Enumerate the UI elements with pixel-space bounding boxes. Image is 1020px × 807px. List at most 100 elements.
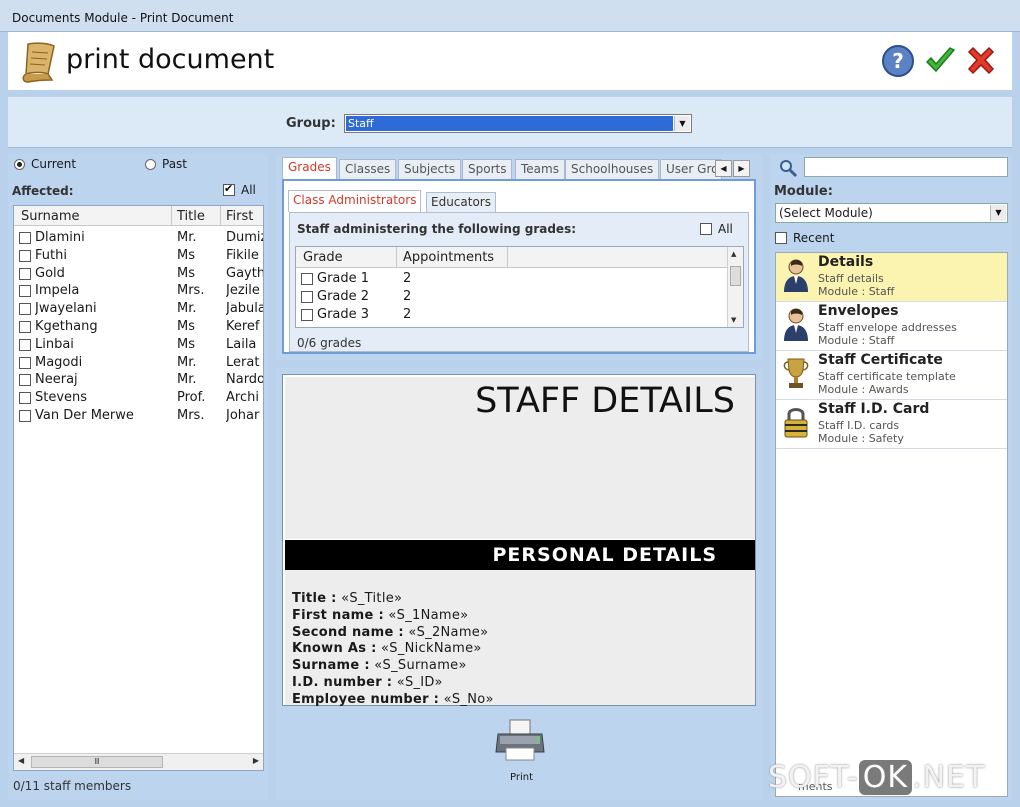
row-title: Ms [177,265,195,281]
table-row[interactable]: Jwayelani Mr. Jabula [14,301,263,319]
module-item[interactable]: Staff Certificate Staff certificate templ… [776,351,1007,400]
row-checkbox[interactable] [19,374,31,387]
horizontal-scrollbar[interactable]: ◀ Ⅲ ▶ [14,753,263,770]
module-item-desc: Staff certificate template [818,370,956,383]
row-surname: Linbai [35,336,74,352]
module-item-module: Module : Staff [818,285,895,298]
table-row[interactable]: Grade 2 2 [296,289,743,307]
tab-strip: Grades Classes Subjects Sports Teams Sch… [282,157,752,180]
row-appointments: 2 [403,307,412,322]
tab-classes[interactable]: Classes [339,159,397,179]
row-checkbox[interactable] [19,321,31,333]
subtab-educators[interactable]: Educators [426,192,496,212]
merge-field: Surname : «S_Surname» [292,658,467,673]
row-title: Mr. [177,301,197,317]
current-radio[interactable] [14,159,25,170]
recent-checkbox[interactable] [775,232,787,244]
table-row[interactable]: Van Der Merwe Mrs. Johar [14,408,263,426]
document-title: STAFF DETAILS [475,381,735,421]
tab-teams[interactable]: Teams [515,159,565,179]
module-list[interactable]: ments Details Staff details Module : Staff… [775,252,1008,797]
row-checkbox[interactable] [19,410,31,422]
tab-left-arrow-icon[interactable]: ◀ [715,160,732,177]
merge-field: Second name : «S_2Name» [292,625,488,640]
staff-list[interactable]: Surname Title First Dlamini Mr. Dumiz Futhi… [13,205,264,771]
table-row[interactable]: Linbai Ms Laila [14,337,263,355]
help-icon[interactable]: ? [881,44,915,78]
row-checkbox[interactable] [19,356,31,369]
col-appointments[interactable]: Appointments [403,250,494,265]
col-title[interactable]: Title [177,209,205,224]
grades-tab-body: Class Administrators Educators Staff adm… [282,179,756,354]
row-checkbox[interactable] [19,232,31,244]
search-input[interactable] [804,157,1008,177]
grades-all-label: All [718,222,733,236]
row-title: Mr. [177,354,197,370]
subtab-class-administrators[interactable]: Class Administrators [288,190,422,212]
search-icon[interactable] [778,158,798,178]
module-item-title: Details [818,254,874,270]
module-item[interactable]: Details Staff details Module : Staff [776,253,1007,302]
cancel-x-icon[interactable] [964,44,998,78]
table-row[interactable]: Grade 3 2 [296,307,743,325]
ok-check-icon[interactable] [923,44,957,78]
tab-grades[interactable]: Grades [282,157,337,180]
row-checkbox[interactable] [301,273,313,285]
vertical-scrollbar[interactable]: ▲ ▼ [727,247,743,327]
row-grade: Grade 1 [317,271,370,286]
tab-schoolhouses[interactable]: Schoolhouses [565,159,660,179]
col-first[interactable]: First [226,209,253,224]
table-row[interactable]: Kgethang Ms Keref [14,319,263,337]
col-grade[interactable]: Grade [303,250,343,265]
grades-all-checkbox[interactable] [700,223,712,235]
document-preview-panel: STAFF DETAILS PERSONAL DETAILS Title : «… [276,368,762,800]
table-row[interactable]: Impela Mrs. Jezile [14,283,263,301]
row-checkbox[interactable] [301,291,313,303]
col-surname[interactable]: Surname [21,209,79,224]
module-select[interactable]: (Select Module) ▼ [775,203,1008,223]
document-preview: STAFF DETAILS PERSONAL DETAILS Title : «… [282,374,756,707]
merge-field: Known As : «S_NickName» [292,641,482,656]
chevron-down-icon[interactable]: ▼ [674,116,690,131]
module-item[interactable]: Envelopes Staff envelope addresses Module … [776,302,1007,351]
row-checkbox[interactable] [19,285,31,298]
chevron-down-icon[interactable]: ▼ [990,205,1006,221]
table-row[interactable]: Futhi Ms Fikile [14,248,263,266]
printer-icon[interactable] [494,718,546,762]
table-row[interactable]: Stevens Prof. Archi [14,390,263,408]
merge-field: Employee number : «S_No» [292,692,494,707]
tab-subjects[interactable]: Subjects [398,159,462,179]
table-row[interactable]: Magodi Mr. Lerat [14,355,263,373]
all-checkbox[interactable] [223,182,235,196]
row-checkbox[interactable] [19,392,31,405]
row-checkbox[interactable] [19,267,31,280]
watermark-left: SOFT- [768,760,859,795]
table-row[interactable]: Dlamini Mr. Dumiz [14,230,263,248]
print-label[interactable]: Print [510,772,533,783]
row-checkbox[interactable] [19,338,31,351]
tab-right-arrow-icon[interactable]: ▶ [733,160,750,177]
grades-grid[interactable]: Grade Appointments Grade 1 2 Grade 2 2 Grade… [295,246,744,328]
row-checkbox[interactable] [19,249,31,262]
table-row[interactable]: Gold Ms Gayth [14,266,263,284]
row-first: Lerat [226,354,260,370]
group-select[interactable]: Staff ▼ [344,114,692,133]
person-icon [782,307,810,341]
module-item[interactable]: Staff I.D. Card Staff I.D. cards Module : … [776,400,1007,449]
module-label: Module: [774,184,833,199]
row-checkbox[interactable] [301,309,313,321]
tab-user-groups[interactable]: User Gro [660,159,722,179]
tab-sports[interactable]: Sports [462,159,513,179]
grades-heading: Staff administering the following grades… [297,222,577,236]
field-label: Title : [292,591,337,606]
row-title: Prof. [177,390,206,406]
module-item-module: Module : Staff [818,334,895,347]
past-radio[interactable] [145,159,156,170]
row-title: Mr. [177,372,197,388]
watermark-ok: OK [858,760,913,795]
row-checkbox[interactable] [19,303,31,316]
table-row[interactable]: Neeraj Mr. Nardo [14,372,263,390]
row-first: Dumiz [226,230,264,245]
trophy-icon [782,356,810,390]
table-row[interactable]: Grade 1 2 [296,271,743,289]
